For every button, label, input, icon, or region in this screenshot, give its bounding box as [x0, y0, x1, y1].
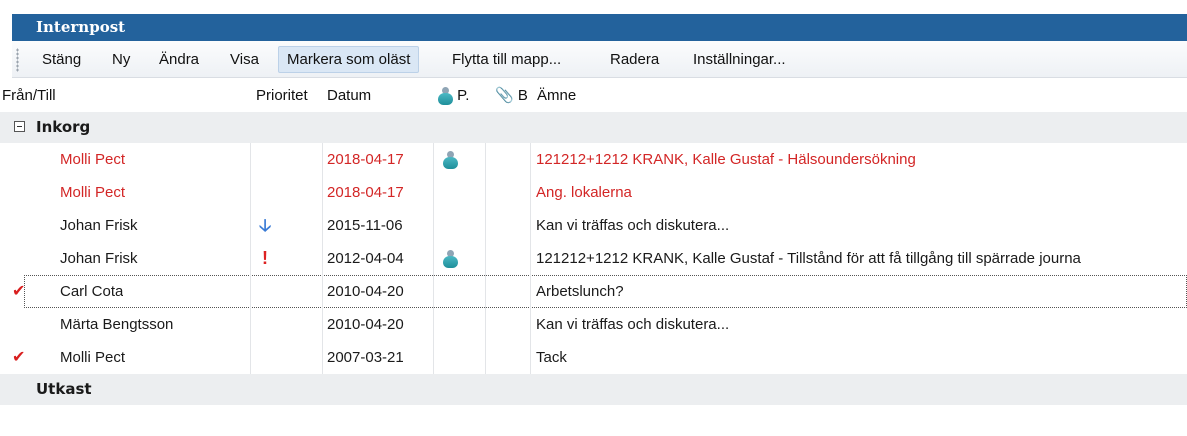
- person-icon: [442, 151, 458, 170]
- mark-unread-button[interactable]: Markera som oläst: [278, 46, 420, 73]
- cell-subject: Arbetslunch?: [536, 283, 624, 300]
- cell-date: 2010-04-20: [327, 283, 404, 300]
- column-header-attachment-label: B: [517, 87, 528, 104]
- edit-button[interactable]: Ändra: [159, 46, 199, 73]
- person-icon: [437, 87, 453, 106]
- column-header-attachment[interactable]: 📎 B: [495, 80, 528, 112]
- column-header-priority[interactable]: Prioritet: [256, 80, 308, 112]
- cell-from: Molli Pect: [60, 349, 126, 366]
- close-button[interactable]: Stäng: [42, 46, 81, 73]
- cell-from: Johan Frisk: [60, 217, 138, 234]
- toolbar: Stäng Ny Ändra Visa Markera som oläst Fl…: [12, 41, 1187, 78]
- person-icon: [442, 250, 458, 269]
- cell-subject: Kan vi träffas och diskutera...: [536, 316, 730, 333]
- cell-patient: [442, 143, 458, 176]
- cell-subject: Kan vi träffas och diskutera...: [536, 217, 730, 234]
- view-button[interactable]: Visa: [230, 46, 259, 73]
- cell-subject: Ang. lokalerna: [536, 184, 632, 201]
- table-row[interactable]: Molli Pect 2018-04-17 Ang. lokalerna: [0, 176, 1187, 209]
- toolbar-grip[interactable]: [16, 48, 19, 72]
- delete-button[interactable]: Radera: [610, 46, 659, 73]
- table-row[interactable]: Molli Pect 2018-04-17 121212+1212 KRANK,…: [0, 143, 1187, 176]
- column-header-from-to[interactable]: Från/Till: [2, 80, 56, 112]
- cell-from: Märta Bengtsson: [60, 316, 174, 333]
- move-to-folder-button[interactable]: Flytta till mapp...: [452, 46, 561, 73]
- table-row[interactable]: ✔ Molli Pect 2007-03-21 Tack: [0, 341, 1187, 374]
- group-label: Inkorg: [36, 118, 91, 136]
- window-title: Internpost: [12, 14, 1187, 41]
- table-row[interactable]: Märta Bengtsson 2010-04-20 Kan vi träffa…: [0, 308, 1187, 341]
- cell-subject: Tack: [536, 349, 567, 366]
- exclamation-icon: !: [262, 248, 268, 268]
- cell-subject: 121212+1212 KRANK, Kalle Gustaf - Hälsou…: [536, 151, 916, 168]
- checkmark-icon: ✔: [12, 349, 26, 366]
- table-row[interactable]: ✔ Carl Cota 2010-04-20 Arbetslunch?: [0, 275, 1187, 308]
- column-header-patient-label: P.: [457, 87, 470, 104]
- column-header-patient[interactable]: P.: [437, 80, 469, 112]
- checkmark-icon: ✔: [12, 283, 26, 300]
- cell-date: 2007-03-21: [327, 349, 404, 366]
- cell-from: Molli Pect: [60, 151, 126, 168]
- cell-from: Carl Cota: [60, 283, 124, 300]
- cell-subject: 121212+1212 KRANK, Kalle Gustaf - Tillst…: [536, 250, 1081, 267]
- cell-from: Molli Pect: [60, 184, 126, 201]
- table-row[interactable]: Johan Frisk 🡣 2015-11-06 Kan vi träffas …: [0, 209, 1187, 242]
- cell-from: Johan Frisk: [60, 250, 138, 267]
- arrow-down-icon: 🡣: [259, 216, 272, 235]
- group-header-drafts[interactable]: Utkast: [0, 374, 1187, 405]
- cell-date: 2010-04-20: [327, 316, 404, 333]
- new-button[interactable]: Ny: [112, 46, 130, 73]
- cell-date: 2018-04-17: [327, 184, 404, 201]
- column-header-subject[interactable]: Ämne: [537, 80, 576, 112]
- cell-date: 2015-11-06: [327, 217, 403, 234]
- cell-patient: [442, 242, 458, 275]
- cell-date: 2018-04-17: [327, 151, 404, 168]
- group-header-inbox[interactable]: Inkorg: [0, 112, 1187, 143]
- cell-date: 2012-04-04: [327, 250, 404, 267]
- table-row[interactable]: Johan Frisk ! 2012-04-04 121212+1212 KRA…: [0, 242, 1187, 275]
- group-label: Utkast: [36, 380, 92, 398]
- paperclip-icon: 📎: [495, 87, 514, 104]
- settings-button[interactable]: Inställningar...: [693, 46, 786, 73]
- column-header-date[interactable]: Datum: [327, 80, 371, 112]
- collapse-icon[interactable]: [14, 121, 25, 132]
